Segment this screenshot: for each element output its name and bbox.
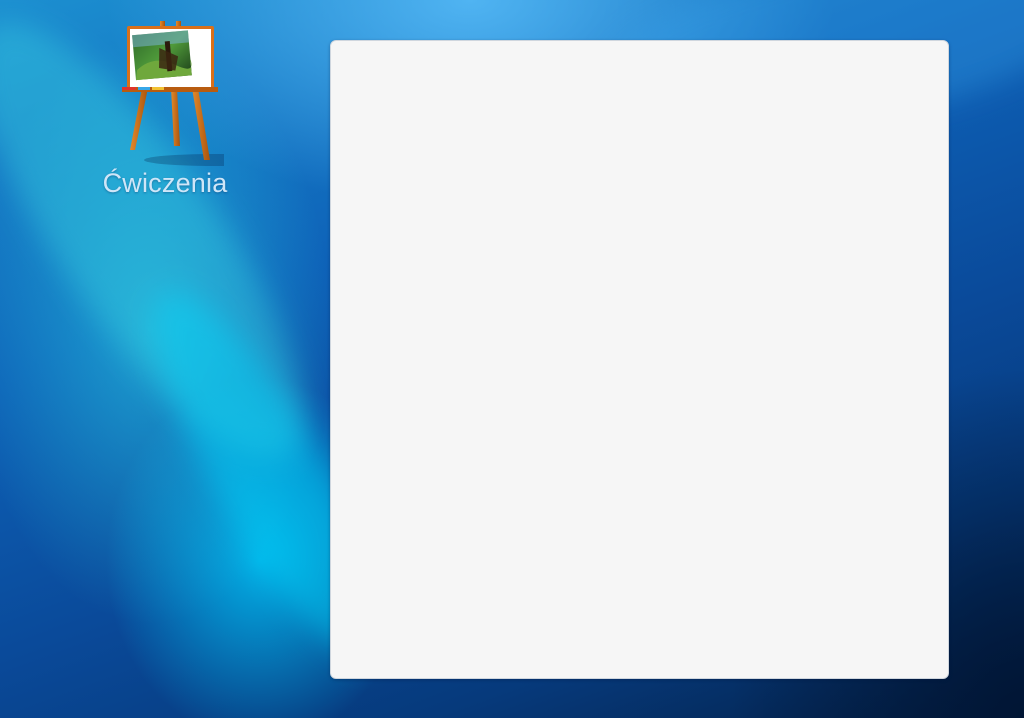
content-panel bbox=[330, 40, 949, 679]
desktop-icon-cwiczenia[interactable]: Ćwiczenia bbox=[92, 18, 284, 208]
desktop-icon-label: Ćwiczenia bbox=[102, 168, 228, 198]
easel-painting-icon bbox=[114, 18, 284, 168]
